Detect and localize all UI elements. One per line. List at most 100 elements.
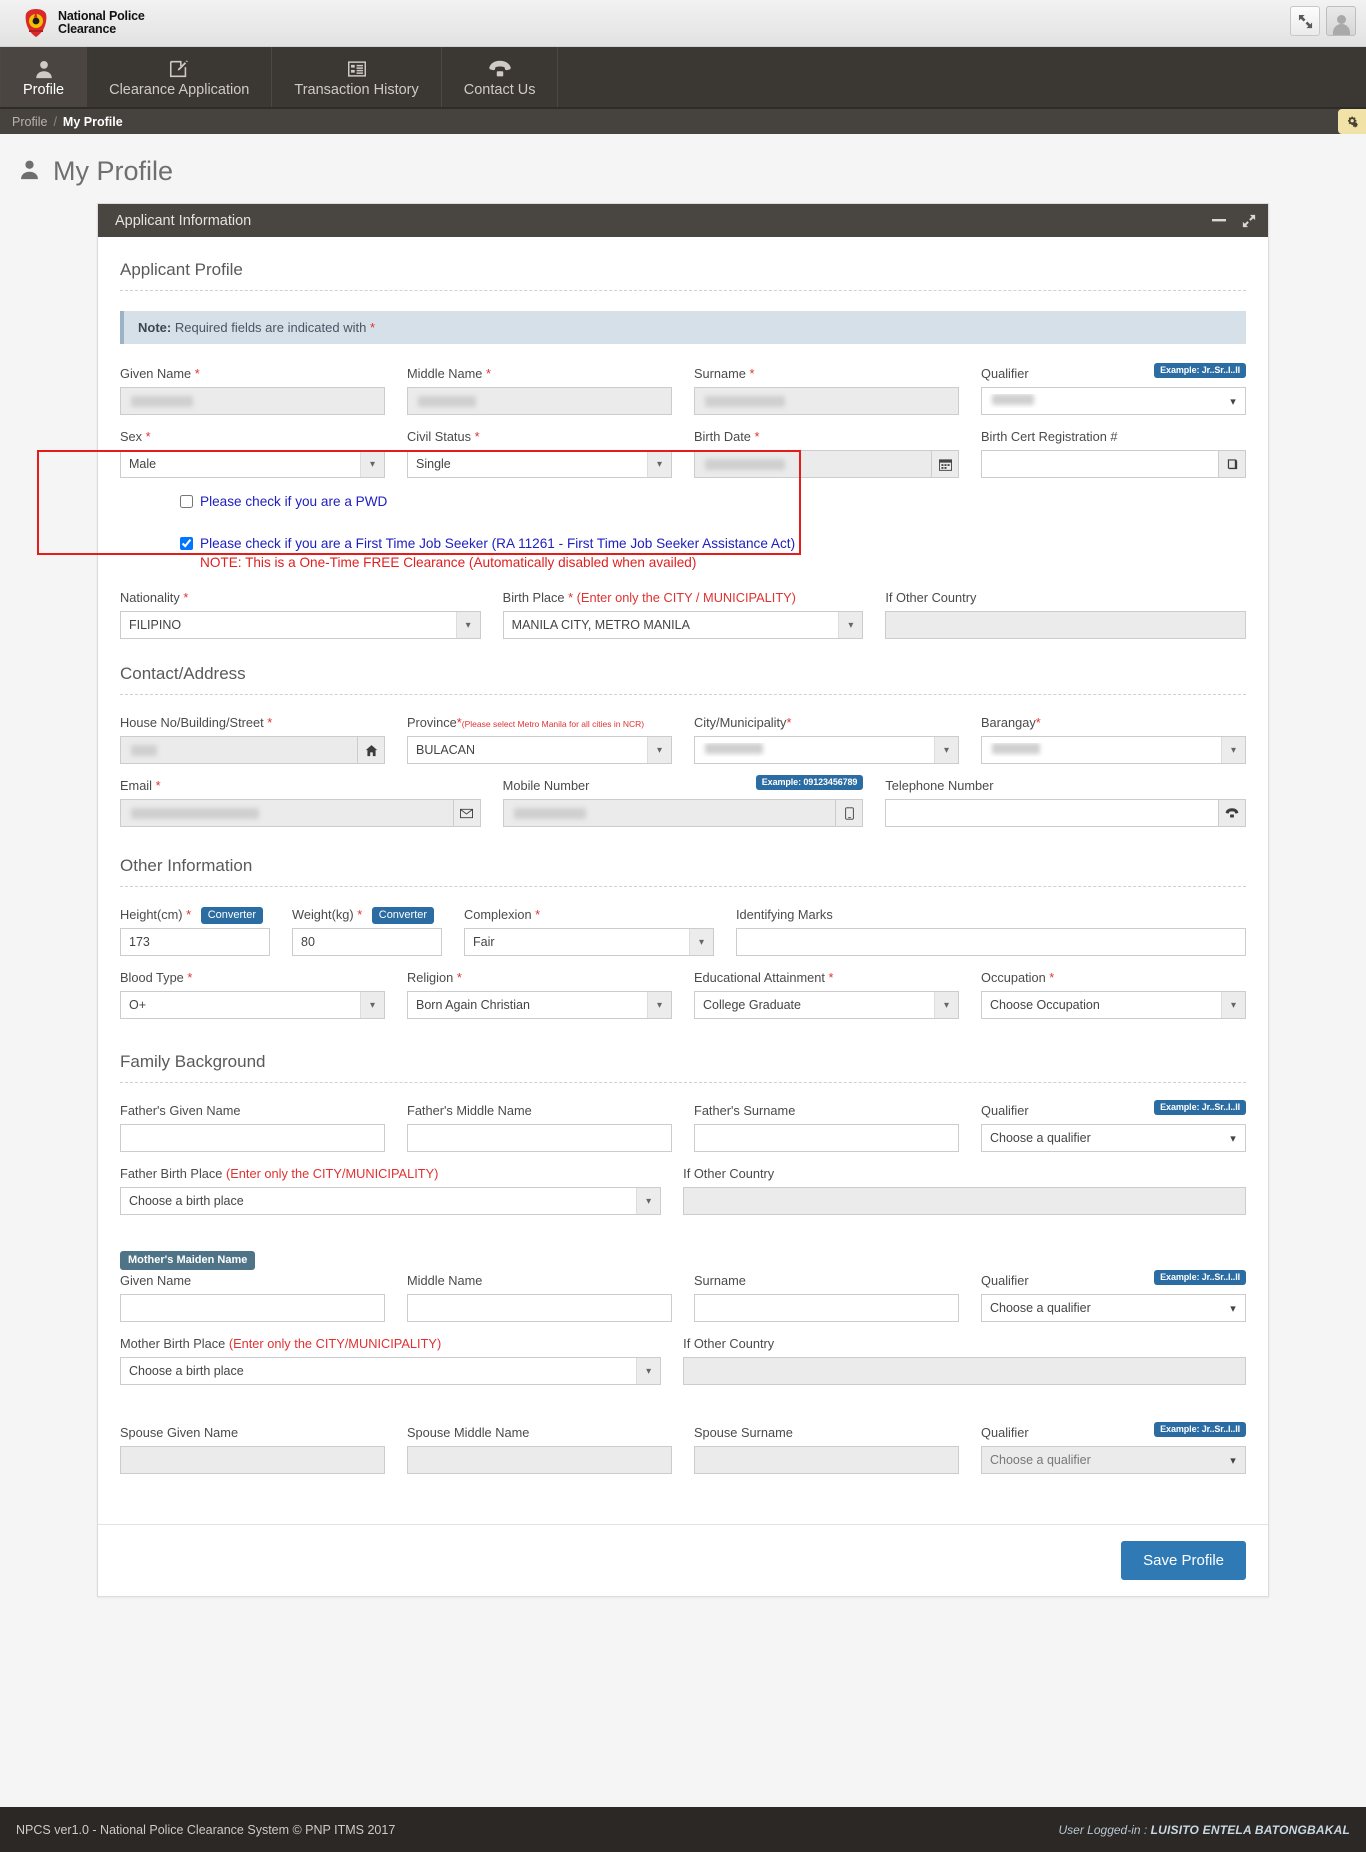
mother-qualifier-select[interactable]: Choose a qualifier ▾ xyxy=(981,1294,1246,1322)
police-seal-icon xyxy=(22,8,50,38)
label-middle-name: Middle Name * xyxy=(407,366,491,381)
weight-converter-button[interactable]: Converter xyxy=(371,907,435,924)
nav-label-transaction-history: Transaction History xyxy=(294,81,419,98)
nav-item-profile[interactable]: Profile xyxy=(0,47,88,107)
father-given-name-input[interactable] xyxy=(120,1124,385,1152)
mother-surname-input[interactable] xyxy=(694,1294,959,1322)
email-input[interactable] xyxy=(120,799,454,827)
gears-icon[interactable] xyxy=(1338,109,1366,134)
sex-select[interactable]: Male ▾ xyxy=(120,450,385,478)
height-input[interactable] xyxy=(120,928,270,956)
expand-arrows-icon[interactable] xyxy=(1290,6,1320,36)
card-footer: Save Profile xyxy=(98,1524,1268,1596)
chevron-down-icon: ▾ xyxy=(934,737,958,763)
given-name-input[interactable] xyxy=(120,387,385,415)
father-surname-input[interactable] xyxy=(694,1124,959,1152)
spouse-given-name-input[interactable] xyxy=(120,1446,385,1474)
label-barangay: Barangay* xyxy=(981,715,1041,730)
spouse-qualifier-select[interactable]: Choose a qualifier ▾ xyxy=(981,1446,1246,1474)
province-select[interactable]: BULACAN ▾ xyxy=(407,736,672,764)
save-profile-button[interactable]: Save Profile xyxy=(1121,1541,1246,1580)
if-other-country-input[interactable] xyxy=(885,611,1247,639)
expand-icon[interactable] xyxy=(1234,204,1264,237)
birth-date-input[interactable] xyxy=(694,450,932,478)
religion-select[interactable]: Born Again Christian ▾ xyxy=(407,991,672,1019)
minus-icon[interactable] xyxy=(1204,204,1234,237)
first-time-job-seeker-checkbox-row: Please check if you are a First Time Job… xyxy=(180,534,1246,553)
complexion-select[interactable]: Fair ▾ xyxy=(464,928,714,956)
field-mobile-number: Example: 09123456789 Mobile Number xyxy=(502,775,864,827)
label-telephone-number: Telephone Number xyxy=(885,778,994,793)
father-middle-name-input[interactable] xyxy=(407,1124,672,1152)
pwd-label[interactable]: Please check if you are a PWD xyxy=(200,492,387,511)
divider xyxy=(120,290,1246,291)
mobile-phone-icon[interactable] xyxy=(836,799,864,827)
spouse-middle-name-input[interactable] xyxy=(407,1446,672,1474)
telephone-number-input[interactable] xyxy=(885,799,1220,827)
barangay-select[interactable]: ▾ xyxy=(981,736,1246,764)
mother-if-other-country-input[interactable] xyxy=(683,1357,1246,1385)
form-row-mother-name: Given Name Middle Name Surname Example: … xyxy=(120,1270,1246,1322)
calendar-icon[interactable] xyxy=(932,450,959,478)
educational-attainment-select[interactable]: College Graduate ▾ xyxy=(694,991,959,1019)
envelope-icon[interactable] xyxy=(453,799,481,827)
city-municipality-select[interactable]: ▾ xyxy=(694,736,959,764)
brand-line-1: National Police xyxy=(58,9,145,23)
birth-place-select[interactable]: MANILA CITY, METRO MANILA ▾ xyxy=(502,611,864,639)
religion-value: Born Again Christian xyxy=(416,998,530,1012)
form-row-spouse: Spouse Given Name Spouse Middle Name Spo… xyxy=(120,1422,1246,1474)
chevron-down-icon: ▾ xyxy=(360,451,384,477)
book-icon[interactable] xyxy=(1219,450,1246,478)
label-civil-status: Civil Status * xyxy=(407,429,480,444)
field-mother-birth-place: Mother Birth Place (Enter only the CITY/… xyxy=(120,1336,662,1385)
field-father-surname: Father's Surname xyxy=(694,1103,959,1152)
user-avatar-icon[interactable] xyxy=(1326,6,1356,36)
middle-name-input[interactable] xyxy=(407,387,672,415)
height-converter-button[interactable]: Converter xyxy=(200,907,263,924)
mobile-number-input[interactable] xyxy=(502,799,837,827)
blood-type-select[interactable]: O+ ▾ xyxy=(120,991,385,1019)
nationality-select[interactable]: FILIPINO ▾ xyxy=(120,611,481,639)
chevron-down-icon: ▾ xyxy=(1221,992,1245,1018)
field-sex: Sex * Male ▾ xyxy=(120,429,385,478)
qualifier-select[interactable]: ▾ xyxy=(981,387,1246,415)
nav-item-contact-us[interactable]: Contact Us xyxy=(442,47,559,107)
label-occupation: Occupation * xyxy=(981,970,1055,985)
first-time-job-seeker-checkbox[interactable] xyxy=(180,537,193,550)
label-nationality: Nationality * xyxy=(120,590,189,605)
home-icon[interactable] xyxy=(358,736,385,764)
house-no-input[interactable] xyxy=(120,736,358,764)
field-father-if-other-country: If Other Country xyxy=(683,1166,1246,1215)
weight-input[interactable] xyxy=(292,928,442,956)
mother-birth-place-select[interactable]: Choose a birth place ▾ xyxy=(120,1357,662,1385)
field-city-municipality: City/Municipality* ▾ xyxy=(694,715,959,764)
card-header: Applicant Information xyxy=(98,204,1268,237)
identifying-marks-input[interactable] xyxy=(736,928,1246,956)
footer-username: LUISITO ENTELA BATONGBAKAL xyxy=(1150,1822,1350,1837)
surname-input[interactable] xyxy=(694,387,959,415)
mother-given-name-input[interactable] xyxy=(120,1294,385,1322)
label-father-if-other-country: If Other Country xyxy=(683,1166,775,1181)
brand-bar: National Police Clearance xyxy=(0,0,1366,47)
section-title-contact-address: Contact/Address xyxy=(120,664,246,683)
label-birth-date: Birth Date * xyxy=(694,429,760,444)
civil-status-select[interactable]: Single ▾ xyxy=(407,450,672,478)
occupation-select[interactable]: Choose Occupation ▾ xyxy=(981,991,1246,1019)
brand-title: National Police Clearance xyxy=(58,10,145,36)
telephone-icon[interactable] xyxy=(1219,799,1247,827)
nav-item-transaction-history[interactable]: Transaction History xyxy=(272,47,442,107)
breadcrumb-root[interactable]: Profile xyxy=(12,115,47,129)
qualifier-example-badge: Example: Jr..Sr..I..II xyxy=(1154,1100,1246,1115)
label-father-middle-name: Father's Middle Name xyxy=(407,1103,532,1118)
nav-item-clearance-application[interactable]: Clearance Application xyxy=(87,47,273,107)
spouse-surname-input[interactable] xyxy=(694,1446,959,1474)
birth-cert-registration-input[interactable] xyxy=(981,450,1219,478)
first-time-job-seeker-label[interactable]: Please check if you are a First Time Job… xyxy=(200,534,795,553)
form-row-names: Given Name * Middle Name * Surname * Exa… xyxy=(120,363,1246,415)
father-birth-place-select[interactable]: Choose a birth place ▾ xyxy=(120,1187,662,1215)
label-spouse-surname: Spouse Surname xyxy=(694,1425,793,1440)
father-qualifier-select[interactable]: Choose a qualifier ▾ xyxy=(981,1124,1246,1152)
pwd-checkbox[interactable] xyxy=(180,495,193,508)
father-if-other-country-input[interactable] xyxy=(683,1187,1246,1215)
mother-middle-name-input[interactable] xyxy=(407,1294,672,1322)
